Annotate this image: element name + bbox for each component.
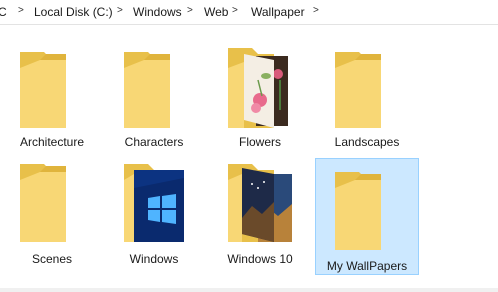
folder-item-flowers[interactable]: Flowers — [208, 40, 312, 155]
address-bar[interactable]: C > Local Disk (C:) > Windows > Web > Wa… — [0, 0, 498, 25]
folder-with-windows-wallpaper-icon — [124, 164, 184, 242]
breadcrumb-item-windows[interactable]: Windows — [133, 5, 182, 19]
folder-icon — [20, 52, 66, 128]
breadcrumb-item-local-disk[interactable]: Local Disk (C:) — [34, 5, 113, 19]
folder-name: Architecture — [19, 135, 85, 149]
breadcrumb-item-web[interactable]: Web — [204, 5, 228, 19]
file-explorer-window: C > Local Disk (C:) > Windows > Web > Wa… — [0, 0, 498, 292]
folder-icon — [20, 164, 66, 242]
breadcrumb-item-this-pc[interactable]: C — [0, 5, 7, 19]
breadcrumb-chevron-icon[interactable]: > — [117, 5, 123, 16]
folder-icon — [124, 52, 170, 128]
folder-item-my-wallpapers[interactable]: My WallPapers — [315, 158, 419, 275]
folder-with-photo-icon — [228, 48, 288, 128]
folder-with-photo-icon — [228, 164, 292, 242]
folder-icon — [335, 52, 381, 128]
folder-item-windows-10[interactable]: Windows 10 — [208, 158, 312, 273]
folder-name: Windows — [129, 252, 179, 266]
breadcrumb-chevron-icon[interactable]: > — [18, 5, 24, 16]
breadcrumb-item-wallpaper[interactable]: Wallpaper — [251, 5, 305, 19]
folder-item-windows[interactable]: Windows — [102, 158, 206, 273]
breadcrumb-chevron-icon[interactable]: > — [187, 5, 193, 16]
folder-item-characters[interactable]: Characters — [102, 40, 206, 155]
breadcrumb-chevron-icon[interactable]: > — [313, 5, 319, 16]
folder-name: Characters — [124, 135, 184, 149]
folder-name: Flowers — [238, 135, 281, 149]
folder-item-landscapes[interactable]: Landscapes — [315, 40, 419, 155]
folder-icon — [335, 172, 381, 250]
folder-item-architecture[interactable]: Architecture — [0, 40, 104, 155]
horizontal-scrollbar[interactable] — [0, 288, 498, 292]
breadcrumb-chevron-icon[interactable]: > — [232, 5, 238, 16]
folder-item-scenes[interactable]: Scenes — [0, 158, 104, 273]
folder-name: My WallPapers — [326, 259, 408, 273]
folder-name: Landscapes — [334, 135, 400, 149]
folder-name: Scenes — [31, 252, 73, 266]
folder-name: Windows 10 — [227, 252, 293, 266]
